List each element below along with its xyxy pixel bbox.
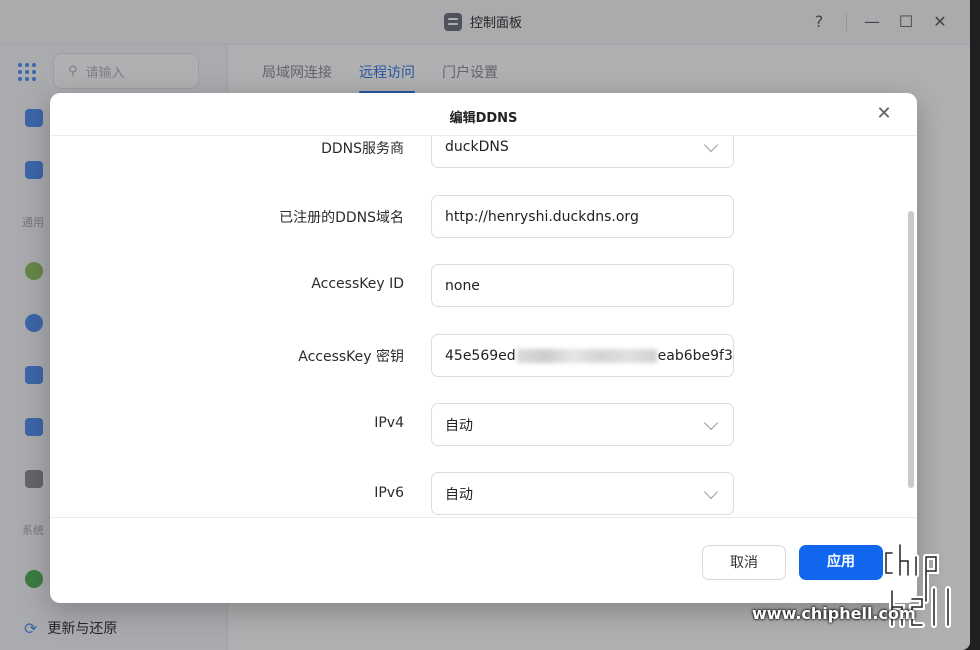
field-label: 已注册的DDNS域名 bbox=[279, 210, 404, 226]
ipv6-select[interactable]: 自动 bbox=[431, 472, 734, 515]
secret-end: eab6be9f3 bbox=[657, 347, 733, 364]
edit-ddns-dialog: 编辑DDNS ✕ DDNS服务商 duckDNS 已注册的DDNS域名 http… bbox=[50, 93, 917, 603]
form-row-domain: 已注册的DDNS域名 http://henryshi.duckdns.org bbox=[50, 195, 917, 238]
apply-button[interactable]: 应用 bbox=[799, 545, 883, 580]
form-row-ddns-provider: DDNS服务商 duckDNS bbox=[50, 136, 917, 168]
field-label: DDNS服务商 bbox=[321, 141, 404, 157]
ddns-provider-select[interactable]: duckDNS bbox=[431, 136, 734, 168]
select-value: duckDNS bbox=[445, 138, 509, 155]
input-value: http://henryshi.duckdns.org bbox=[445, 208, 639, 225]
field-label: AccessKey ID bbox=[311, 276, 404, 292]
dialog-header: 编辑DDNS ✕ bbox=[50, 93, 917, 136]
field-label: IPv4 bbox=[374, 415, 404, 431]
accesskey-secret-input[interactable]: 45e569ed eab6be9f3 bbox=[431, 334, 734, 377]
redaction-blur bbox=[516, 348, 657, 363]
select-value: 自动 bbox=[445, 417, 473, 434]
field-label: AccessKey 密钥 bbox=[298, 349, 404, 365]
accesskey-id-input[interactable]: none bbox=[431, 264, 734, 307]
chevron-down-icon bbox=[703, 137, 719, 153]
form-row-ipv6: IPv6 自动 bbox=[50, 472, 917, 515]
dialog-scrollbar[interactable] bbox=[908, 211, 914, 488]
domain-input[interactable]: http://henryshi.duckdns.org bbox=[431, 195, 734, 238]
dialog-body: DDNS服务商 duckDNS 已注册的DDNS域名 http://henrys… bbox=[50, 136, 917, 516]
field-label: IPv6 bbox=[374, 485, 404, 501]
form-row-ipv4: IPv4 自动 bbox=[50, 403, 917, 446]
close-icon[interactable]: ✕ bbox=[873, 103, 895, 125]
secret-start: 45e569ed bbox=[445, 347, 516, 364]
cancel-button[interactable]: 取消 bbox=[702, 545, 786, 580]
dialog-footer: 取消 应用 bbox=[50, 517, 917, 603]
ipv4-select[interactable]: 自动 bbox=[431, 403, 734, 446]
watermark-url: www.chiphell.com bbox=[752, 604, 916, 623]
input-value: none bbox=[445, 277, 480, 294]
form-row-accesskey-id: AccessKey ID none bbox=[50, 264, 917, 307]
chevron-down-icon bbox=[703, 415, 719, 431]
form-row-accesskey-secret: AccessKey 密钥 45e569ed eab6be9f3 bbox=[50, 334, 917, 377]
chevron-down-icon bbox=[703, 484, 719, 500]
select-value: 自动 bbox=[445, 486, 473, 503]
dialog-title: 编辑DDNS bbox=[449, 111, 518, 126]
